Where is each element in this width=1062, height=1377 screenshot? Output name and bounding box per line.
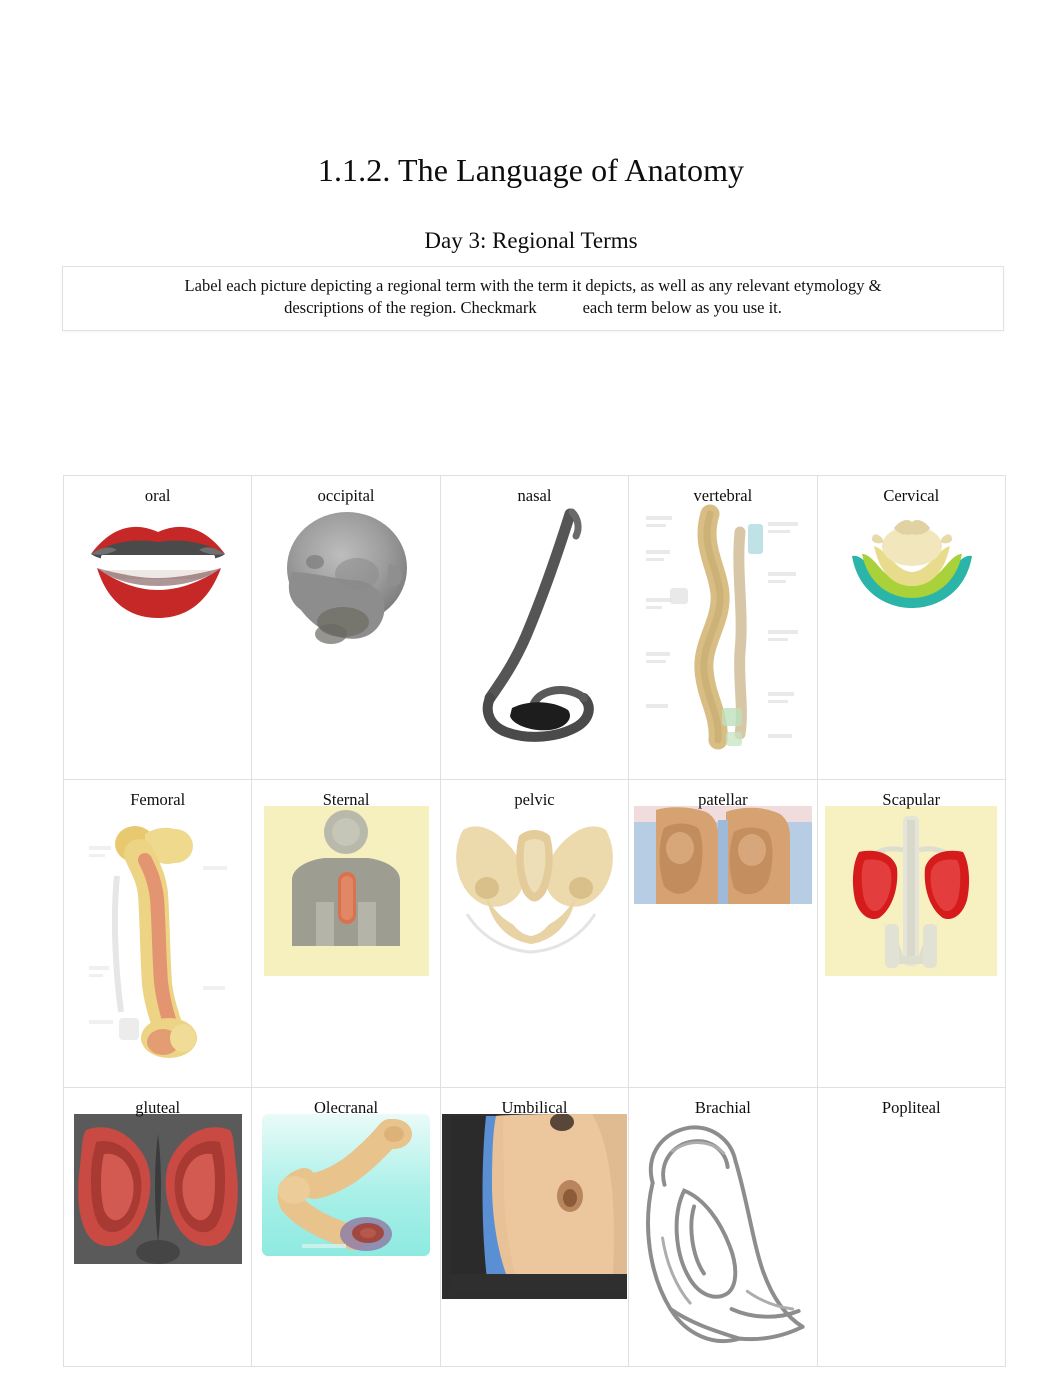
table-cell-nasal[interactable]: nasal (439, 475, 630, 780)
term-label: Sternal (322, 790, 370, 809)
pelvis-bone-image (441, 806, 628, 961)
term-label: pelvic (514, 790, 555, 809)
cervical-vertebra-image (818, 502, 1005, 622)
table-cell-olecranal[interactable]: Olecranal (251, 1087, 441, 1367)
table-cell-cervical[interactable]: Cervical (816, 475, 1006, 780)
table-cell-umbilical[interactable]: Umbilical (439, 1087, 630, 1367)
lips-image (64, 502, 251, 627)
table-cell-occipital[interactable]: occipital (251, 475, 441, 780)
arm-lineart-image (629, 1114, 817, 1364)
knees-photo-image (629, 806, 816, 904)
term-label: occipital (317, 486, 375, 505)
page-title: 1.1.2. The Language of Anatomy (317, 152, 745, 188)
navel-photo-image (441, 1114, 628, 1299)
term-label: vertebral (693, 486, 753, 505)
table-row: gluteal Olecranal Umbilical Brachial Pop… (62, 1087, 1006, 1367)
document-page: 1.1.2. The Language of Anatomy Day 3: Re… (0, 0, 1062, 1377)
instruction-line-2-before: descriptions of the region. Checkmark (284, 298, 537, 318)
term-label: Femoral (130, 790, 186, 809)
term-label: gluteal (135, 1098, 181, 1117)
term-label: oral (144, 486, 171, 505)
table-cell-popliteal[interactable]: Popliteal (816, 1087, 1006, 1367)
gluteal-muscles-image (64, 1114, 251, 1264)
term-label: Scapular (882, 790, 941, 809)
page-subtitle: Day 3: Regional Terms (424, 228, 638, 253)
term-label: Cervical (883, 486, 940, 505)
term-label: Brachial (694, 1098, 751, 1117)
instruction-box: Label each picture depicting a regional … (62, 266, 1004, 331)
regional-terms-table: oral occipital nasal vertebral Cervical … (62, 475, 1006, 1367)
sternum-torso-image (252, 806, 439, 976)
table-cell-oral[interactable]: oral (62, 475, 253, 780)
table-row: Femoral Sternal pelvic patellar Scapular (62, 779, 1006, 1088)
term-label: Umbilical (501, 1098, 568, 1117)
skull-back-image (252, 502, 439, 667)
table-cell-scapular[interactable]: Scapular (816, 779, 1006, 1088)
term-label: Olecranal (314, 1098, 379, 1117)
table-cell-patellar[interactable]: patellar (628, 779, 818, 1088)
table-cell-gluteal[interactable]: gluteal (62, 1087, 253, 1367)
table-cell-femoral[interactable]: Femoral (62, 779, 253, 1088)
femur-bone-image (64, 806, 251, 1066)
table-row: oral occipital nasal vertebral Cervical (62, 475, 1006, 780)
term-label: patellar (698, 790, 748, 809)
table-cell-sternal[interactable]: Sternal (251, 779, 441, 1088)
instruction-line-1: Label each picture depicting a regional … (184, 276, 882, 295)
nose-outline-image (441, 502, 628, 752)
table-cell-brachial[interactable]: Brachial (628, 1087, 818, 1367)
table-cell-vertebral[interactable]: vertebral (628, 475, 818, 780)
instruction-line-2-after: each term below as you use it. (582, 298, 782, 318)
instruction-line-2: descriptions of the region. Checkmark eac… (75, 297, 991, 319)
term-label: nasal (517, 486, 552, 505)
spine-diagram-image (629, 502, 816, 760)
term-label: Popliteal (881, 1098, 941, 1117)
elbow-olecranon-image (252, 1114, 439, 1256)
table-cell-pelvic[interactable]: pelvic (439, 779, 630, 1088)
scapula-highlight-image (818, 806, 1005, 976)
